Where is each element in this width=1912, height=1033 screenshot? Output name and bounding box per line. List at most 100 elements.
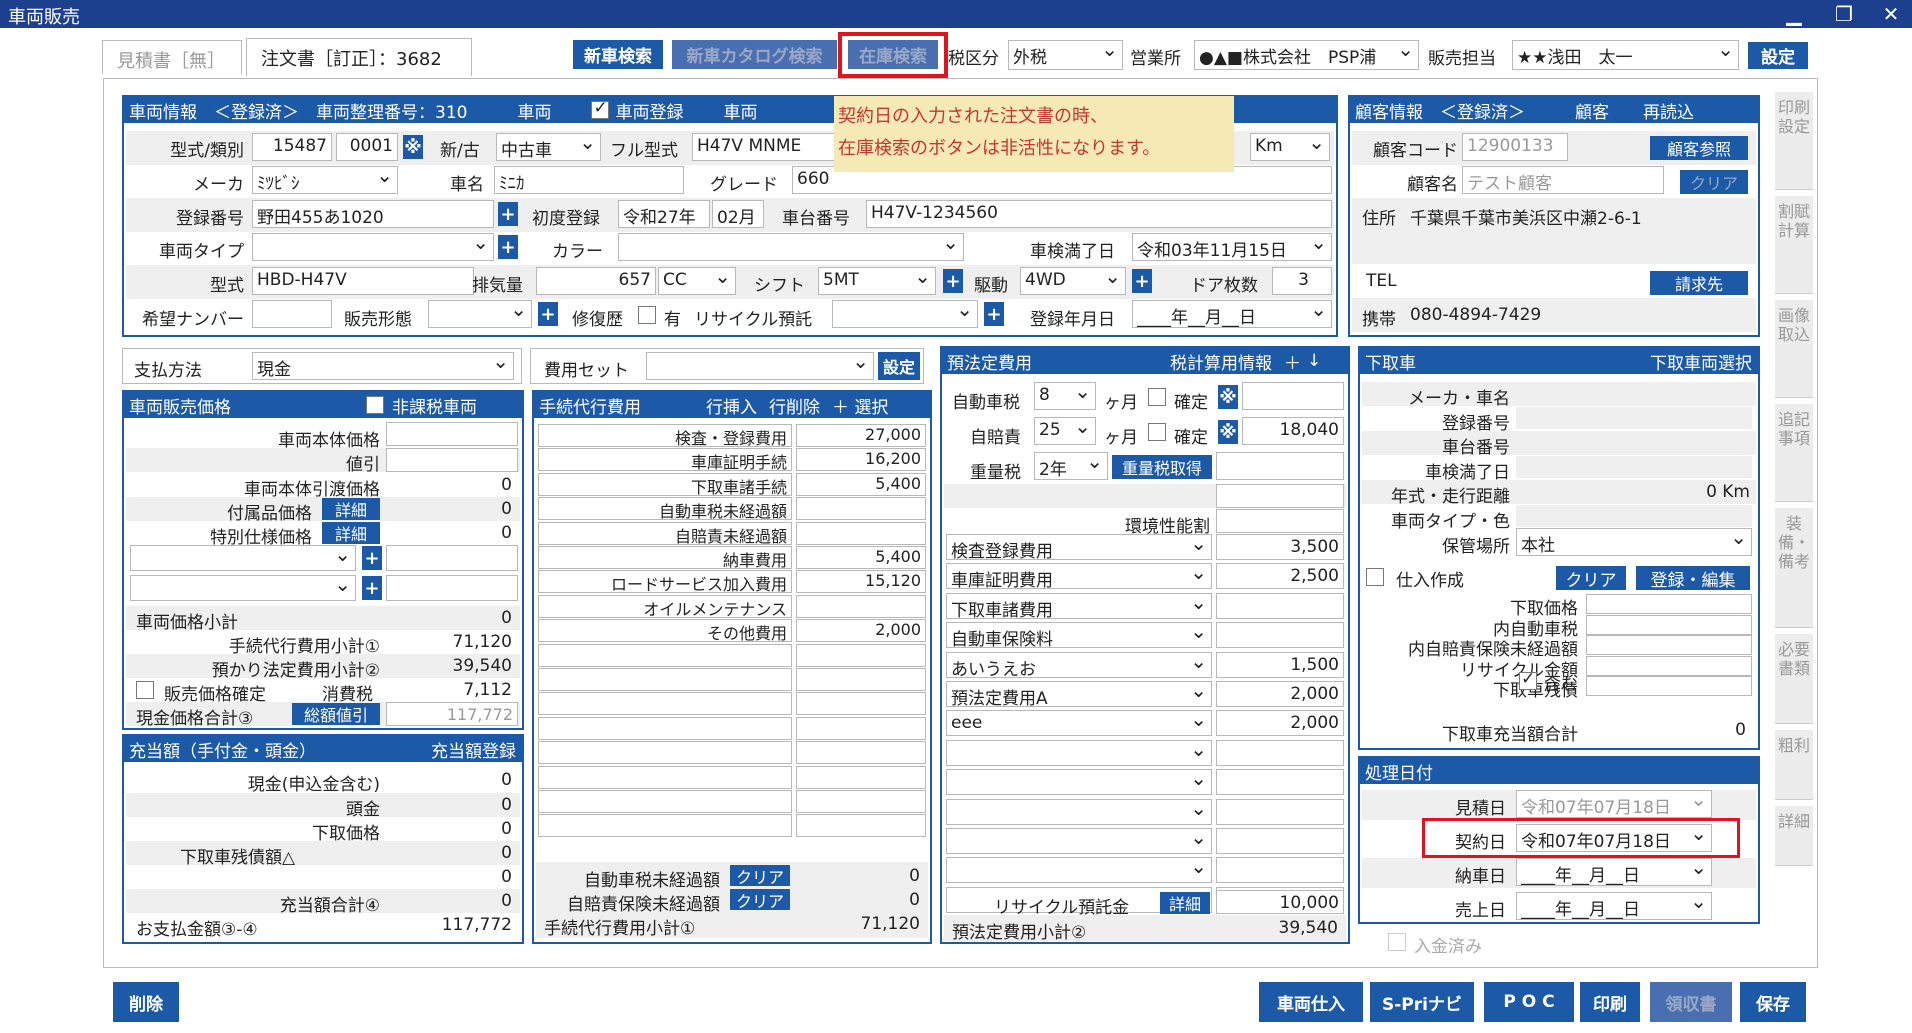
regno-add-icon[interactable]: + bbox=[498, 202, 518, 226]
extra-item-add-icon-2[interactable]: + bbox=[362, 576, 382, 600]
customer-name-field[interactable]: テスト顧客 bbox=[1462, 166, 1664, 194]
recycle-include-checkbox[interactable] bbox=[1519, 669, 1537, 690]
shift-add-icon[interactable]: + bbox=[943, 269, 963, 293]
legal-row-select[interactable]: 車庫証明費用 bbox=[946, 563, 1212, 590]
minimize-icon[interactable]: ▁ bbox=[1780, 2, 1808, 26]
office-select[interactable]: ●▲■株式会社 PSP浦 bbox=[1194, 40, 1419, 70]
inspection-date-field[interactable]: 令和03年11月15日 bbox=[1132, 233, 1332, 261]
sales-form-select[interactable] bbox=[428, 300, 532, 328]
legal-row-select[interactable]: eee bbox=[946, 710, 1212, 737]
doors-stepper[interactable]: 3 bbox=[1272, 267, 1332, 295]
extra-item-select-1[interactable] bbox=[130, 545, 356, 571]
poc-button[interactable]: P O C bbox=[1484, 982, 1574, 1022]
full-type-field[interactable]: H47V MNME bbox=[692, 133, 837, 161]
legal-ins-confirm-checkbox[interactable] bbox=[1148, 423, 1166, 441]
cost-set-select[interactable] bbox=[646, 352, 874, 380]
legal-row-value[interactable] bbox=[1216, 592, 1344, 619]
weight-tax-button[interactable]: 重量税取得 bbox=[1112, 455, 1212, 479]
proc-row-label[interactable]: その他費用 bbox=[538, 619, 792, 643]
tax-select[interactable]: 外税 bbox=[1008, 40, 1123, 70]
recycle-add-icon[interactable]: + bbox=[984, 302, 1004, 326]
extra-item-select-2[interactable] bbox=[130, 575, 356, 601]
vehicle-type-add-icon[interactable]: + bbox=[498, 235, 518, 259]
tab-order[interactable]: 注文書［訂正］：3682 bbox=[246, 38, 472, 76]
vehicle-type-select[interactable] bbox=[252, 233, 494, 261]
legal-row-select[interactable]: あいうえお bbox=[946, 651, 1212, 678]
customer-ref-button[interactable]: 顧客参照 bbox=[1650, 136, 1748, 160]
proc-row-label[interactable] bbox=[538, 668, 792, 691]
legal-row-value[interactable]: 3,500 bbox=[1216, 534, 1344, 560]
catalog-search-button[interactable]: 新車カタログ検索 bbox=[672, 40, 837, 69]
side-tab-documents[interactable]: 必要書類 bbox=[1775, 634, 1813, 724]
proc-row-value[interactable]: 16,200 bbox=[796, 448, 926, 472]
close-icon[interactable]: ✕ bbox=[1877, 2, 1905, 26]
legal-row-select[interactable] bbox=[946, 739, 1212, 766]
accessory-detail-button[interactable]: 詳細 bbox=[322, 498, 380, 520]
delete-button[interactable]: 削除 bbox=[113, 982, 179, 1022]
proc-row-label[interactable]: 自動車税未経過額 bbox=[538, 497, 792, 521]
side-tab-equipment[interactable]: 装備・備考 bbox=[1775, 508, 1813, 628]
tradein-select-button[interactable]: 下取車両選択 bbox=[1650, 349, 1752, 374]
repair-checkbox[interactable] bbox=[638, 306, 656, 324]
proc-row-value[interactable] bbox=[796, 790, 926, 813]
price-confirm-checkbox[interactable] bbox=[136, 681, 154, 699]
model-field[interactable]: HBD-H47V bbox=[252, 267, 474, 295]
special-detail-button[interactable]: 詳細 bbox=[322, 522, 380, 544]
recycle-detail-button[interactable]: 詳細 bbox=[1160, 892, 1210, 914]
legal-down-icon[interactable]: ↓ bbox=[1307, 351, 1321, 371]
car-name-field[interactable]: ﾐﾆｶ bbox=[494, 166, 684, 194]
regno-field[interactable]: 野田455あ1020 bbox=[252, 200, 494, 228]
legal-row-select[interactable] bbox=[946, 769, 1212, 796]
type-field-1[interactable]: 15487 bbox=[252, 133, 332, 161]
first-reg-month-field[interactable]: 02月 bbox=[712, 200, 764, 228]
chassis-field[interactable]: H47V-1234560 bbox=[866, 200, 1332, 228]
proc-row-label[interactable] bbox=[538, 814, 792, 838]
maker-select[interactable]: ﾐﾂﾋﾞｼ bbox=[252, 166, 398, 194]
side-tab-profit[interactable]: 粗利 bbox=[1775, 730, 1813, 800]
proc-row-label[interactable] bbox=[538, 741, 792, 765]
extra-item-add-icon-1[interactable]: + bbox=[362, 546, 382, 570]
proc-row-label[interactable]: ロードサービス加入費用 bbox=[538, 570, 792, 594]
proc-row-value[interactable] bbox=[796, 814, 926, 838]
legal-row-value[interactable] bbox=[1216, 828, 1344, 854]
legal-car-tax-confirm-checkbox[interactable] bbox=[1148, 388, 1166, 406]
customer-code-field[interactable]: 12900133 bbox=[1462, 133, 1568, 161]
tradein-price-field[interactable] bbox=[1586, 614, 1752, 635]
side-tab-print-settings[interactable]: 印刷設定 bbox=[1775, 92, 1813, 190]
legal-row-value[interactable]: 1,500 bbox=[1216, 651, 1344, 678]
legal-row-value[interactable]: 2,000 bbox=[1216, 681, 1344, 707]
wish-number-field[interactable] bbox=[252, 300, 332, 328]
vehicle-purchase-button[interactable]: 車両仕入 bbox=[1259, 982, 1363, 1022]
mileage-unit-select[interactable]: Km bbox=[1250, 133, 1330, 161]
legal-car-tax-calc-icon[interactable]: ※ bbox=[1218, 385, 1238, 409]
proc-row-value[interactable]: 27,000 bbox=[796, 424, 926, 447]
legal-row-value[interactable]: 2,500 bbox=[1216, 563, 1344, 590]
legal-row-select[interactable]: 自動車保険料 bbox=[946, 622, 1212, 649]
extra-item-field-1[interactable] bbox=[386, 545, 518, 571]
side-tab-notes[interactable]: 追記事項 bbox=[1775, 404, 1813, 502]
proc-row-value[interactable] bbox=[796, 668, 926, 691]
side-tab-image-import[interactable]: 画像取込 bbox=[1775, 300, 1813, 398]
stock-search-button[interactable]: 在庫検索 bbox=[848, 40, 938, 69]
tradein-price-field[interactable] bbox=[1586, 676, 1752, 696]
tradein-price-field[interactable] bbox=[1586, 655, 1752, 676]
tradein-clear-button[interactable]: クリア bbox=[1556, 566, 1626, 591]
proc-row-value[interactable] bbox=[796, 594, 926, 618]
row-delete-button[interactable]: 行削除 bbox=[769, 393, 820, 418]
legal-weight-select[interactable]: 2年 bbox=[1034, 452, 1108, 480]
legal-row-value[interactable]: 2,000 bbox=[1216, 710, 1344, 737]
billing-button[interactable]: 請求先 bbox=[1650, 271, 1748, 295]
restore-icon[interactable]: ❐ bbox=[1830, 2, 1858, 26]
customer-clear-button[interactable]: クリア bbox=[1680, 170, 1748, 194]
proc-row-label[interactable] bbox=[538, 643, 792, 667]
total-discount-button[interactable]: 総額値引 bbox=[292, 703, 380, 725]
proc-row-value[interactable] bbox=[796, 521, 926, 545]
type-search-icon[interactable]: ※ bbox=[403, 135, 423, 159]
proc-row-value[interactable] bbox=[796, 497, 926, 521]
paid-checkbox[interactable] bbox=[1388, 933, 1406, 951]
tradein-edit-button[interactable]: 登録・編集 bbox=[1636, 566, 1750, 591]
sales-form-add-icon[interactable]: + bbox=[538, 302, 558, 326]
legal-ins-select[interactable]: 25 bbox=[1034, 417, 1096, 445]
receipt-button[interactable]: 領収書 bbox=[1650, 982, 1732, 1022]
displacement-field[interactable]: 657 bbox=[536, 267, 656, 295]
